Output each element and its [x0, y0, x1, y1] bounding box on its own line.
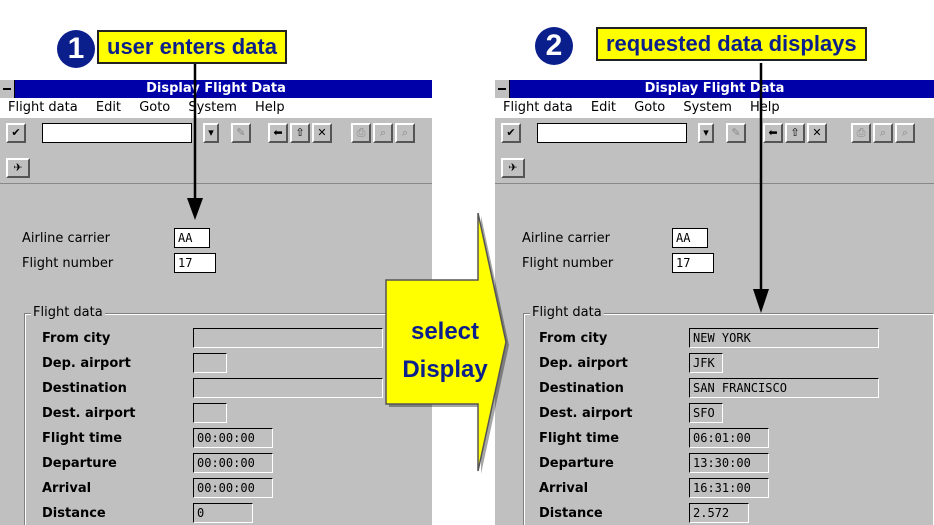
enter-check-icon[interactable]: ✔ — [6, 123, 26, 143]
menu-bar: Flight data Edit Goto System Help — [495, 98, 934, 118]
find-next-icon[interactable]: ⌕ — [895, 123, 915, 143]
destination-label: Destination — [42, 381, 127, 396]
command-dropdown-icon[interactable]: ▾ — [203, 123, 219, 143]
menu-edit[interactable]: Edit — [591, 100, 616, 115]
flight-number-input[interactable]: 17 — [672, 253, 714, 273]
flight-time-label: Flight time — [539, 431, 620, 446]
airline-carrier-label: Airline carrier — [522, 231, 610, 246]
distance-label: Distance — [42, 506, 106, 521]
save-icon[interactable]: ✎ — [726, 123, 746, 143]
toolbar-divider — [0, 183, 432, 184]
dep-airport-field: JFK — [689, 353, 723, 373]
find-next-icon[interactable]: ⌕ — [395, 123, 415, 143]
command-field[interactable] — [537, 123, 687, 143]
departure-field: 00:00:00 — [193, 453, 273, 473]
departure-label: Departure — [42, 456, 117, 471]
back-icon[interactable]: ⬅ — [268, 123, 288, 143]
arrival-field: 16:31:00 — [689, 478, 769, 498]
window-title: Display Flight Data — [146, 81, 286, 96]
from-city-field — [193, 328, 383, 348]
cancel-icon[interactable]: ✕ — [807, 123, 827, 143]
menu-goto[interactable]: Goto — [634, 100, 665, 115]
from-city-field: NEW YORK — [689, 328, 879, 348]
arrival-label: Arrival — [539, 481, 589, 496]
title-bar: Display Flight Data — [0, 80, 432, 98]
distance-field: 0 — [193, 503, 253, 523]
dep-airport-label: Dep. airport — [539, 356, 628, 371]
flight-time-field: 06:01:00 — [689, 428, 769, 448]
menu-bar: Flight data Edit Goto System Help — [0, 98, 432, 118]
dest-airport-field — [193, 403, 227, 423]
distance-label: Distance — [539, 506, 603, 521]
print-icon[interactable]: ⎙ — [851, 123, 871, 143]
departure-label: Departure — [539, 456, 614, 471]
destination-field — [193, 378, 383, 398]
menu-goto[interactable]: Goto — [139, 100, 170, 115]
print-icon[interactable]: ⎙ — [351, 123, 371, 143]
flight-number-label: Flight number — [22, 256, 114, 271]
window-after: Display Flight Data Flight data Edit Got… — [495, 80, 934, 525]
menu-flight-data[interactable]: Flight data — [8, 100, 78, 115]
cancel-icon[interactable]: ✕ — [312, 123, 332, 143]
standard-toolbar: ✔ ▾ ✎ ⬅ ⇧ ✕ ⎙ ⌕ ⌕ — [495, 120, 934, 144]
step-1-label: user enters data — [97, 30, 287, 64]
dest-airport-field: SFO — [689, 403, 723, 423]
arrow-label-display: Display — [402, 356, 488, 383]
destination-label: Destination — [539, 381, 624, 396]
airline-carrier-input[interactable]: AA — [174, 228, 210, 248]
flight-time-field: 00:00:00 — [193, 428, 273, 448]
command-field[interactable] — [42, 123, 192, 143]
arrival-field: 00:00:00 — [193, 478, 273, 498]
step-2-number-badge: 2 — [535, 27, 573, 65]
step-1-number-badge: 1 — [57, 30, 95, 68]
application-toolbar: ✈ — [0, 152, 432, 178]
exit-icon[interactable]: ⇧ — [290, 123, 310, 143]
arrival-label: Arrival — [42, 481, 92, 496]
system-menu-icon[interactable] — [0, 80, 15, 98]
menu-edit[interactable]: Edit — [96, 100, 121, 115]
standard-toolbar: ✔ ▾ ✎ ⬅ ⇧ ✕ ⎙ ⌕ ⌕ — [0, 120, 432, 144]
toolbar-divider — [495, 183, 934, 184]
exit-icon[interactable]: ⇧ — [785, 123, 805, 143]
title-bar: Display Flight Data — [495, 80, 934, 98]
display-icon[interactable]: ✈ — [6, 158, 30, 178]
departure-field: 13:30:00 — [689, 453, 769, 473]
step-2-label: requested data displays — [596, 27, 867, 61]
find-icon[interactable]: ⌕ — [373, 123, 393, 143]
arrow-label-select: select — [410, 318, 480, 345]
dest-airport-label: Dest. airport — [539, 406, 633, 421]
from-city-label: From city — [42, 331, 111, 346]
distance-field: 2.572 — [689, 503, 749, 523]
system-menu-icon[interactable] — [495, 80, 510, 98]
flight-data-group-title: Flight data — [530, 305, 604, 320]
flight-number-input[interactable]: 17 — [174, 253, 216, 273]
menu-system[interactable]: System — [683, 100, 731, 115]
from-city-label: From city — [539, 331, 608, 346]
airline-carrier-input[interactable]: AA — [672, 228, 708, 248]
destination-field: SAN FRANCISCO — [689, 378, 879, 398]
enter-check-icon[interactable]: ✔ — [501, 123, 521, 143]
flight-data-group-title: Flight data — [31, 305, 105, 320]
pointer-arrow-step-2 — [753, 63, 769, 313]
menu-help[interactable]: Help — [255, 100, 285, 115]
pointer-arrow-step-1 — [187, 64, 203, 220]
command-dropdown-icon[interactable]: ▾ — [698, 123, 714, 143]
display-icon[interactable]: ✈ — [501, 158, 525, 178]
application-toolbar: ✈ — [495, 152, 934, 178]
window-before: Display Flight Data Flight data Edit Got… — [0, 80, 432, 525]
dest-airport-label: Dest. airport — [42, 406, 136, 421]
menu-flight-data[interactable]: Flight data — [503, 100, 573, 115]
dep-airport-field — [193, 353, 227, 373]
airline-carrier-label: Airline carrier — [22, 231, 110, 246]
flight-number-label: Flight number — [522, 256, 614, 271]
save-icon[interactable]: ✎ — [231, 123, 251, 143]
flight-time-label: Flight time — [42, 431, 123, 446]
dep-airport-label: Dep. airport — [42, 356, 131, 371]
find-icon[interactable]: ⌕ — [873, 123, 893, 143]
